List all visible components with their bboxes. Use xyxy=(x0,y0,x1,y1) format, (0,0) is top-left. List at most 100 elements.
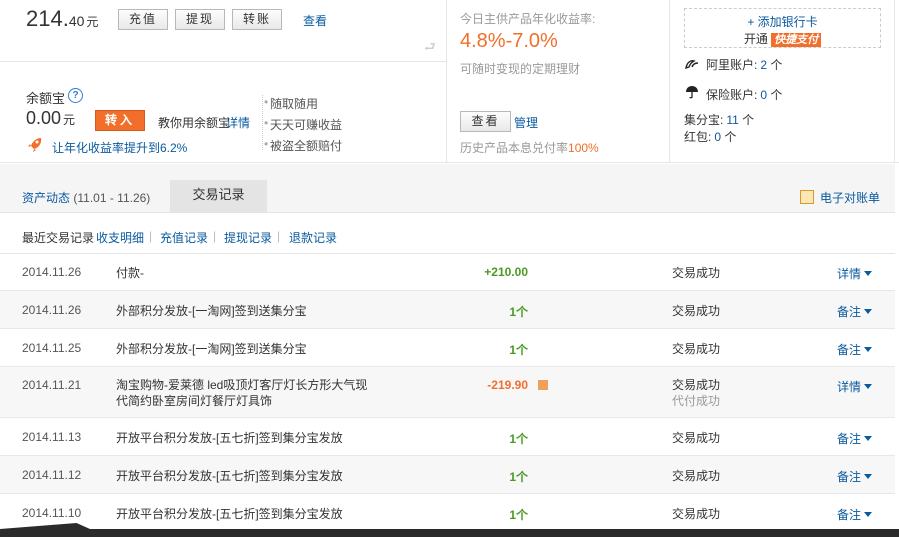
table-row[interactable]: 2014.11.12 开放平台积分发放-[五七折]签到集分宝发放 1个 交易成功… xyxy=(0,456,895,494)
help-icon[interactable]: ? xyxy=(68,88,83,103)
e-statement-link[interactable]: 电子对账单 xyxy=(800,189,880,206)
add-bank-card-link[interactable]: + 添加银行卡 xyxy=(685,13,880,30)
product-subtitle: 可随时变现的定期理财 xyxy=(460,62,581,76)
row-name: 外部积分发放-[一淘网]签到送集分宝 xyxy=(116,342,307,356)
row-action-label: 备注 xyxy=(837,470,862,484)
table-row[interactable]: 2014.11.25 外部积分发放-[一淘网]签到送集分宝 1个 交易成功 备注 xyxy=(0,329,895,367)
insurance-account-row: 保险账户: 0 个 xyxy=(684,85,782,103)
insurance-account-count[interactable]: 0 xyxy=(760,88,767,102)
unit-label: 个 xyxy=(770,88,783,102)
row-name: 付款- xyxy=(116,266,144,280)
row-amount: 1个 xyxy=(509,305,528,319)
jifenbao-count[interactable]: 11 xyxy=(726,113,738,127)
product-panel: 今日主供产品年化收益率: 4.8%-7.0% 可随时变现的定期理财 查看 管理 … xyxy=(448,0,670,163)
tab-assets-range: (11.01 - 11.26) xyxy=(73,191,151,205)
feature-item: 随取随用 xyxy=(264,95,318,112)
insurance-account-label: 保险账户: xyxy=(706,88,758,102)
table-row[interactable]: 2014.11.21 淘宝购物-爱莱德 led吸顶灯客厅灯长方形大气现代简约卧室… xyxy=(0,367,895,418)
table-row[interactable]: 2014.11.10 开放平台积分发放-[五七折]签到集分宝发放 1个 交易成功… xyxy=(0,494,895,530)
table-row[interactable]: 2014.11.26 付款- +210.00 交易成功 详情 xyxy=(0,254,895,291)
row-status: 交易成功 xyxy=(672,469,721,483)
unit-label: 个 xyxy=(742,113,755,127)
ali-account-count[interactable]: 2 xyxy=(760,58,767,72)
row-name: 开放平台积分发放-[五七折]签到集分宝发放 xyxy=(116,431,343,445)
row-status-sub: 代付成功 xyxy=(672,394,721,408)
table-row[interactable]: 2014.11.13 开放平台积分发放-[五七折]签到集分宝发放 1个 交易成功… xyxy=(0,418,895,456)
filter-income-expense[interactable]: 收支明细 xyxy=(96,229,144,246)
chevron-down-icon xyxy=(864,512,873,517)
row-date: 2014.11.13 xyxy=(22,430,82,444)
filter-recent[interactable]: 最近交易记录 xyxy=(22,229,94,246)
chevron-down-icon xyxy=(864,309,873,314)
yuebao-teach-text: 教你用余额宝 xyxy=(158,116,231,130)
yuebao-detail-link[interactable]: 详情 xyxy=(226,114,250,131)
account-overview: 214.40 元 充值 提现 转账 查看 ⮐ 余额宝 ? 0.00 元 转入 教你用… xyxy=(0,0,899,163)
row-action-label: 备注 xyxy=(837,508,862,522)
filter-withdraw[interactable]: 提现记录 xyxy=(224,229,272,246)
redpack-count[interactable]: 0 xyxy=(714,130,721,144)
table-row[interactable]: 2014.11.26 外部积分发放-[一淘网]签到送集分宝 1个 交易成功 备注 xyxy=(0,291,895,329)
e-statement-label: 电子对账单 xyxy=(820,191,881,205)
row-action[interactable]: 备注 xyxy=(837,506,873,523)
row-date: 2014.11.26 xyxy=(22,265,82,279)
chevron-down-icon xyxy=(864,271,873,276)
tab-trade-records[interactable]: 交易记录 xyxy=(170,180,267,213)
return-arrow-icon[interactable]: ⮐ xyxy=(424,38,436,60)
row-action[interactable]: 备注 xyxy=(837,468,873,485)
product-manage-link[interactable]: 管理 xyxy=(514,114,538,131)
chevron-down-icon xyxy=(864,384,873,389)
yuebao-amount-value: 0.00 xyxy=(26,108,62,128)
quick-pay-badge[interactable]: 快捷支付 xyxy=(771,33,822,47)
balance-view-link[interactable]: 查看 xyxy=(303,12,327,29)
unit-label: 个 xyxy=(770,58,783,72)
open-label: 开通 xyxy=(743,32,768,46)
jifenbao-label: 集分宝: xyxy=(684,113,724,127)
row-amount: 1个 xyxy=(509,343,528,357)
ali-account-label: 阿里账户: xyxy=(706,58,758,72)
ali-account-icon xyxy=(684,58,700,72)
unit-label: 个 xyxy=(724,130,737,144)
recharge-button[interactable]: 充值 xyxy=(118,9,168,30)
separator: | xyxy=(277,229,281,243)
statement-icon xyxy=(800,190,814,204)
add-bank-card-box[interactable]: + 添加银行卡 开通 快捷支付 xyxy=(684,8,881,48)
balance-amount: 214.40 元 xyxy=(26,6,98,32)
row-action[interactable]: 详情 xyxy=(837,265,873,282)
filter-refund[interactable]: 退款记录 xyxy=(289,229,337,246)
note-flag-icon[interactable] xyxy=(538,380,548,390)
row-action-label: 详情 xyxy=(837,380,862,394)
row-action[interactable]: 详情 xyxy=(837,378,873,395)
filter-recharge[interactable]: 充值记录 xyxy=(160,229,208,246)
withdraw-button[interactable]: 提现 xyxy=(175,9,225,30)
row-action[interactable]: 备注 xyxy=(837,303,873,320)
row-amount: -219.90 xyxy=(487,378,528,392)
history-percent: 100% xyxy=(568,141,599,155)
boost-yield-link[interactable]: 让年化收益率提升到6.2% xyxy=(52,139,187,156)
record-filters: 最近交易记录 收支明细 | 充值记录 | 提现记录 | 退款记录 xyxy=(0,214,895,254)
yuebao-amount-unit: 元 xyxy=(63,113,76,127)
transfer-button[interactable]: 转账 xyxy=(232,9,282,30)
row-action[interactable]: 备注 xyxy=(837,341,873,358)
records-tabs: 资产动态 (11.01 - 11.26) 交易记录 电子对账单 xyxy=(0,164,895,213)
ali-account-row: 阿里账户: 2 个 xyxy=(684,56,782,73)
product-rate-label: 今日主供产品年化收益率: xyxy=(460,12,596,26)
row-action-label: 详情 xyxy=(837,267,862,281)
balance-integer: 214. xyxy=(26,6,69,31)
transfer-in-button[interactable]: 转入 xyxy=(95,110,145,131)
row-name: 开放平台积分发放-[五七折]签到集分宝发放 xyxy=(116,469,343,483)
row-status: 交易成功 代付成功 xyxy=(672,377,720,409)
row-action[interactable]: 备注 xyxy=(837,430,873,447)
tab-assets-label: 资产动态 xyxy=(22,191,71,205)
row-date: 2014.11.10 xyxy=(22,506,82,520)
row-name: 开放平台积分发放-[五七折]签到集分宝发放 xyxy=(116,507,343,521)
row-amount: 1个 xyxy=(509,432,528,446)
row-status: 交易成功 xyxy=(672,507,721,521)
chevron-down-icon xyxy=(864,474,873,479)
row-name: 淘宝购物-爱莱德 led吸顶灯客厅灯长方形大气现代简约卧室房间灯餐厅灯具饰 xyxy=(116,378,368,408)
product-rate: 4.8%-7.0% xyxy=(460,30,558,52)
row-status: 交易成功 xyxy=(672,266,721,280)
row-date: 2014.11.26 xyxy=(22,303,82,317)
redpack-row: 红包: 0 个 xyxy=(684,128,736,145)
product-view-button[interactable]: 查看 xyxy=(460,111,511,132)
tab-assets[interactable]: 资产动态 (11.01 - 11.26) xyxy=(22,189,150,206)
